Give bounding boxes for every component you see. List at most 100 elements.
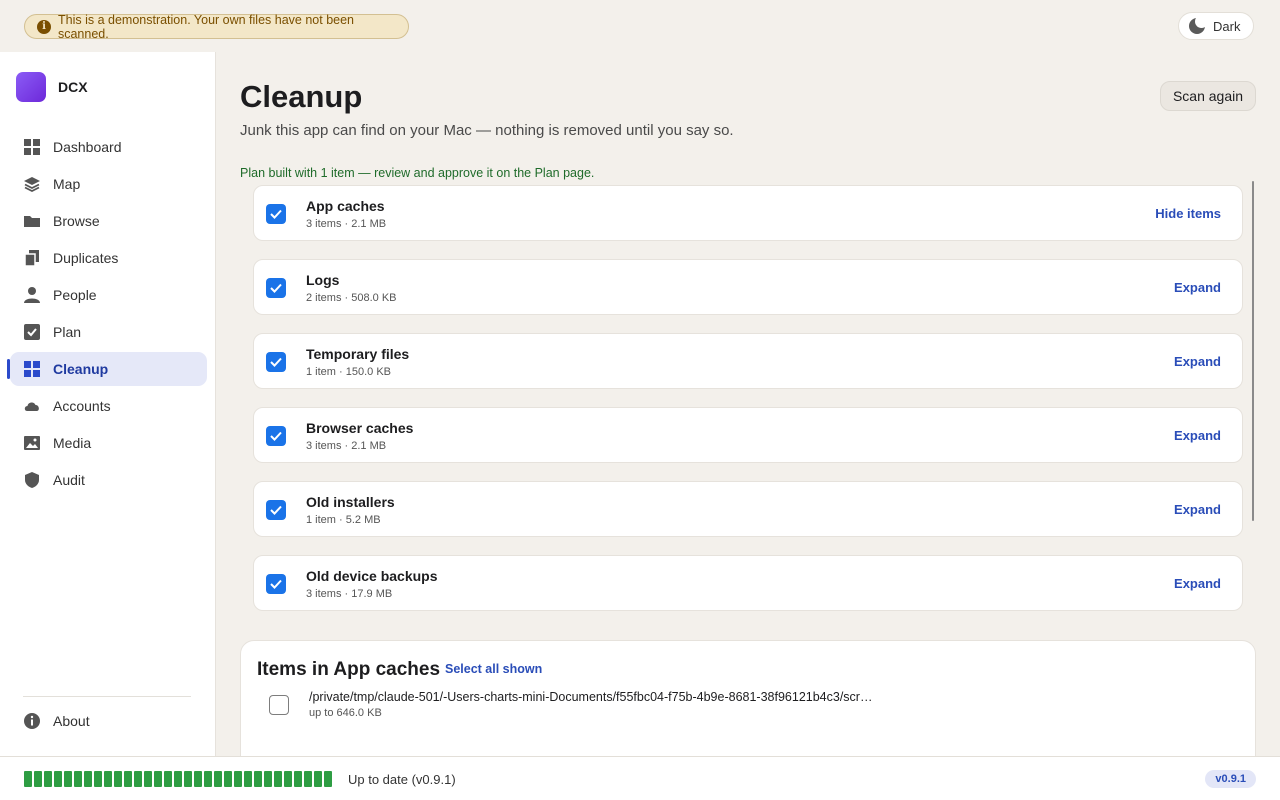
- progress-segment: [244, 771, 252, 787]
- sidebar-item-label: Plan: [53, 324, 82, 340]
- dark-mode-toggle[interactable]: Dark: [1178, 12, 1254, 40]
- plan-status-message: Plan built with 1 item — review and appr…: [240, 166, 595, 180]
- item-checkbox[interactable]: [269, 695, 289, 715]
- category-card-temporary-files: Temporary files 1 item · 150.0 KB Expand: [253, 333, 1243, 389]
- category-name: Temporary files: [306, 346, 410, 362]
- sidebar-item-cleanup[interactable]: Cleanup: [7, 352, 207, 386]
- demo-banner-text: This is a demonstration. Your own files …: [57, 12, 354, 41]
- sidebar: DCX Dashboard Map Browse Duplicates Peop…: [0, 52, 216, 756]
- category-checkbox[interactable]: [266, 426, 286, 446]
- category-card-browser-caches: Browser caches 3 items · 2.1 MB Expand: [253, 407, 1243, 463]
- sidebar-item-label: Media: [53, 435, 92, 451]
- category-name: App caches: [306, 198, 385, 214]
- version-badge: v0.9.1: [1205, 770, 1256, 788]
- checkbox-icon: [23, 323, 41, 341]
- category-name: Browser caches: [306, 420, 414, 436]
- sidebar-item-dashboard[interactable]: Dashboard: [10, 130, 207, 164]
- category-meta: 1 item · 5.2 MB: [306, 514, 381, 526]
- progress-segment: [24, 771, 32, 787]
- progress-segment: [184, 771, 192, 787]
- info-icon: [23, 712, 41, 730]
- expand-button[interactable]: Expand: [1174, 428, 1221, 443]
- update-status: Up to date (v0.9.1): [348, 772, 456, 787]
- category-meta: 3 items · 2.1 MB: [306, 440, 387, 452]
- expand-button[interactable]: Expand: [1174, 280, 1221, 295]
- page-title: Cleanup: [240, 79, 363, 114]
- progress-segment: [64, 771, 72, 787]
- app-logo: [16, 72, 46, 102]
- dark-mode-label: Dark: [1213, 18, 1241, 34]
- progress-segment: [264, 771, 272, 787]
- sidebar-item-label: Accounts: [53, 398, 111, 414]
- sidebar-item-label: People: [53, 287, 97, 303]
- progress-segment: [34, 771, 42, 787]
- category-checkbox[interactable]: [266, 500, 286, 520]
- category-list: App caches 3 items · 2.1 MB Hide items L…: [253, 185, 1243, 629]
- sidebar-item-audit[interactable]: Audit: [10, 463, 207, 497]
- progress-segment: [104, 771, 112, 787]
- sidebar-item-map[interactable]: Map: [10, 167, 207, 201]
- sidebar-item-accounts[interactable]: Accounts: [10, 389, 207, 423]
- progress-segment: [194, 771, 202, 787]
- folder-icon: [23, 212, 41, 230]
- sidebar-item-duplicates[interactable]: Duplicates: [10, 241, 207, 275]
- progress-segment: [144, 771, 152, 787]
- app-name: DCX: [58, 79, 88, 95]
- sidebar-item-label: Audit: [53, 472, 85, 488]
- sidebar-item-label: Browse: [53, 213, 100, 229]
- sidebar-item-browse[interactable]: Browse: [10, 204, 207, 238]
- category-checkbox[interactable]: [266, 278, 286, 298]
- category-card-logs: Logs 2 items · 508.0 KB Expand: [253, 259, 1243, 315]
- grid-icon: [23, 138, 41, 156]
- progress-segment: [84, 771, 92, 787]
- checkmark-icon: [270, 283, 282, 293]
- progress-segment: [304, 771, 312, 787]
- checkmark-icon: [270, 209, 282, 219]
- list-item: /private/tmp/claude-501/-Users-charts-mi…: [257, 689, 1237, 723]
- category-checkbox[interactable]: [266, 204, 286, 224]
- scan-again-button[interactable]: Scan again: [1160, 81, 1256, 111]
- category-meta: 3 items · 2.1 MB: [306, 218, 387, 230]
- category-scrollbar[interactable]: [1252, 181, 1254, 521]
- sidebar-item-media[interactable]: Media: [10, 426, 207, 460]
- category-checkbox[interactable]: [266, 574, 286, 594]
- progress-segment: [204, 771, 212, 787]
- progress-segment: [224, 771, 232, 787]
- layers-icon: [23, 175, 41, 193]
- info-icon: i: [37, 19, 51, 34]
- progress-segment: [74, 771, 82, 787]
- page-subtitle: Junk this app can find on your Mac — not…: [240, 122, 734, 139]
- main-content: Cleanup Junk this app can find on your M…: [216, 52, 1280, 756]
- hide-items-button[interactable]: Hide items: [1155, 206, 1221, 221]
- items-panel: Items in App caches Select all shown /pr…: [240, 640, 1256, 756]
- grid-icon: [23, 360, 41, 378]
- sidebar-item-label: About: [53, 713, 90, 729]
- category-name: Old device backups: [306, 568, 438, 584]
- category-checkbox[interactable]: [266, 352, 286, 372]
- progress-segment: [294, 771, 302, 787]
- category-card-old-installers: Old installers 1 item · 5.2 MB Expand: [253, 481, 1243, 537]
- progress-segment: [314, 771, 322, 787]
- progress-segment: [54, 771, 62, 787]
- update-progress-bar: [24, 771, 332, 787]
- cloud-icon: [23, 397, 41, 415]
- select-all-shown-button[interactable]: Select all shown: [445, 662, 542, 676]
- sidebar-item-about[interactable]: About: [23, 712, 90, 730]
- checkmark-icon: [270, 431, 282, 441]
- category-name: Old installers: [306, 494, 395, 510]
- progress-segment: [44, 771, 52, 787]
- sidebar-item-plan[interactable]: Plan: [10, 315, 207, 349]
- sidebar-item-people[interactable]: People: [10, 278, 207, 312]
- expand-button[interactable]: Expand: [1174, 502, 1221, 517]
- category-card-app-caches: App caches 3 items · 2.1 MB Hide items: [253, 185, 1243, 241]
- category-meta: 3 items · 17.9 MB: [306, 588, 393, 600]
- items-panel-title: Items in App caches: [257, 659, 441, 680]
- sidebar-item-label: Cleanup: [53, 361, 109, 377]
- expand-button[interactable]: Expand: [1174, 354, 1221, 369]
- person-icon: [23, 286, 41, 304]
- progress-segment: [174, 771, 182, 787]
- expand-button[interactable]: Expand: [1174, 576, 1221, 591]
- checkmark-icon: [270, 357, 282, 367]
- progress-segment: [134, 771, 142, 787]
- progress-segment: [284, 771, 292, 787]
